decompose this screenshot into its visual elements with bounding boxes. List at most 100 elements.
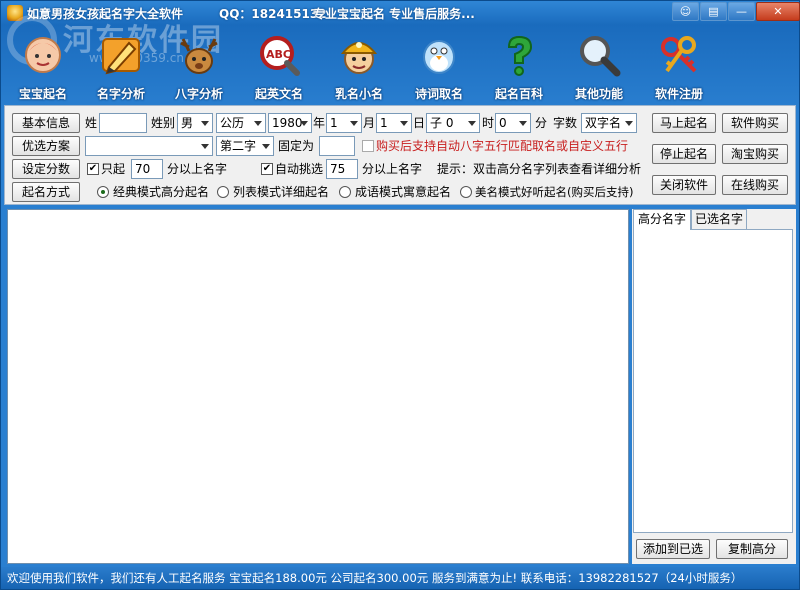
calendar-select[interactable]: 公历 — [216, 113, 266, 133]
day-select[interactable]: 1 — [376, 113, 412, 133]
char-count-select[interactable]: 双字名 — [581, 113, 637, 133]
toolbar-label: 宝宝起名 — [18, 87, 67, 101]
char-position-value: 第二字 — [220, 139, 257, 153]
status-bar: 欢迎使用我们软件，我们还有人工起名服务 宝宝起名188.00元 公司起名300.… — [1, 567, 799, 589]
day-label: 日 — [413, 116, 426, 130]
check-icon: ✔ — [88, 163, 98, 174]
magnifier-icon — [580, 36, 621, 77]
toolbar-register[interactable]: 软件注册 — [639, 31, 719, 101]
toolbar-naming-wiki[interactable]: 起名百科 — [479, 31, 559, 101]
menu-button[interactable]: ▤ — [700, 2, 727, 21]
baby-icon — [25, 37, 61, 73]
toolbar-bazi-analysis[interactable]: 八字分析 — [159, 31, 239, 101]
only-start-label: 只起 — [101, 162, 126, 176]
toolbar-label: 诗词取名 — [414, 87, 463, 101]
qq-number: QQ：182415132 — [219, 7, 327, 21]
svg-text:ABC: ABC — [266, 48, 291, 61]
hour-select[interactable]: 子 0 — [426, 113, 480, 133]
chevron-down-icon — [519, 121, 527, 126]
copy-high-score-button[interactable]: 复制高分 — [716, 539, 788, 559]
year-label: 年 — [313, 116, 326, 130]
auto-pick-checkbox[interactable]: ✔ — [261, 163, 273, 175]
toolbar-poetry-naming[interactable]: 诗词取名 — [399, 31, 479, 101]
high-score-list[interactable] — [633, 229, 793, 533]
stop-naming-button[interactable]: 停止起名 — [652, 144, 716, 164]
mode-classic-label: 经典模式高分起名 — [113, 185, 210, 199]
toolbar-label: 其他功能 — [574, 87, 623, 101]
naming-options-panel: 基本信息 姓 姓别 男 公历 1980 年 1 月 1 日 子 0 时 0 分 … — [4, 105, 796, 205]
toolbar-label: 名字分析 — [96, 87, 145, 101]
taobao-buy-button[interactable]: 淘宝购买 — [722, 144, 788, 164]
min-score-suffix: 分以上名字 — [167, 162, 228, 176]
set-score-button[interactable]: 设定分数 — [12, 159, 80, 179]
minute-label: 分 — [535, 116, 548, 130]
close-software-button[interactable]: 关闭软件 — [652, 175, 716, 195]
pencil-icon — [102, 38, 140, 75]
mode-list-radio[interactable] — [217, 186, 229, 198]
toolbar-other-functions[interactable]: 其他功能 — [559, 31, 639, 101]
mode-pretty-label: 美名模式好听起名(购买后支持) — [475, 185, 634, 199]
chevron-down-icon — [201, 144, 209, 149]
toolbar-label: 软件注册 — [654, 87, 703, 101]
mode-list-label: 列表模式详细起名 — [233, 185, 330, 199]
tab-high-score-names[interactable]: 高分名字 — [633, 209, 691, 230]
app-window: 如意男孩女孩起名字大全软件 QQ：182415132 专业宝宝起名 专业售后服务… — [0, 0, 800, 590]
auto-pick-score-input[interactable]: 75 — [326, 159, 358, 179]
mode-pretty-radio[interactable] — [460, 186, 472, 198]
gender-label: 姓别 — [151, 116, 176, 130]
basic-info-button[interactable]: 基本信息 — [12, 113, 80, 133]
calendar-value: 公历 — [220, 116, 245, 130]
auto-pick-suffix: 分以上名字 — [362, 162, 423, 176]
toolbar-label: 乳名小名 — [334, 87, 383, 101]
toolbar-baby-naming[interactable]: 宝宝起名 — [3, 31, 83, 101]
chevron-down-icon — [201, 121, 209, 126]
only-start-checkbox[interactable]: ✔ — [87, 163, 99, 175]
toolbar-label: 八字分析 — [174, 87, 223, 101]
hint-text: 提示：双击高分名字列表查看详细分析 — [437, 162, 642, 176]
question-icon — [507, 35, 533, 76]
minute-select[interactable]: 0 — [495, 113, 531, 133]
day-value: 1 — [380, 116, 388, 130]
naming-mode-button[interactable]: 起名方式 — [12, 182, 80, 202]
keys-icon — [661, 36, 697, 73]
char-count-value: 双字名 — [585, 116, 622, 130]
online-buy-button[interactable]: 在线购买 — [722, 175, 788, 195]
month-select[interactable]: 1 — [326, 113, 362, 133]
toolbar-label: 起英文名 — [254, 87, 303, 101]
mode-idiom-radio[interactable] — [339, 186, 351, 198]
bazi-match-checkbox[interactable] — [362, 140, 374, 152]
add-to-selected-button[interactable]: 添加到已选 — [636, 539, 710, 559]
mode-classic-radio[interactable] — [97, 186, 109, 198]
chevron-down-icon — [300, 121, 308, 126]
main-toolbar: 宝宝起名 名字分析 八字分析 ABC 起英文名 乳名小名 诗词取名 起名百科 其… — [1, 25, 799, 103]
title-slogan: 专业宝宝起名 专业售后服务... — [313, 7, 475, 21]
fixed-char-input[interactable] — [319, 136, 355, 156]
close-button[interactable]: ✕ — [756, 2, 800, 21]
gender-select[interactable]: 男 — [177, 113, 213, 133]
surname-input[interactable] — [99, 113, 147, 133]
toolbar-english-name[interactable]: ABC 起英文名 — [239, 31, 319, 101]
preferred-plan-button[interactable]: 优选方案 — [12, 136, 80, 156]
gender-value: 男 — [181, 116, 194, 130]
chevron-down-icon — [254, 121, 262, 126]
skin-button[interactable]: ☺ — [672, 2, 699, 21]
minute-value: 0 — [499, 116, 507, 130]
preferred-plan-select[interactable] — [85, 136, 213, 156]
buy-software-button[interactable]: 软件购买 — [722, 113, 788, 133]
toolbar-name-analysis[interactable]: 名字分析 — [81, 31, 161, 101]
toolbar-nickname[interactable]: 乳名小名 — [319, 31, 399, 101]
miner-icon — [340, 42, 378, 74]
results-area[interactable] — [7, 209, 629, 564]
start-naming-button[interactable]: 马上起名 — [652, 113, 716, 133]
tab-selected-names[interactable]: 已选名字 — [691, 209, 747, 229]
auto-pick-label: 自动挑选 — [275, 162, 324, 176]
char-position-select[interactable]: 第二字 — [216, 136, 274, 156]
chevron-down-icon — [625, 121, 633, 126]
chevron-down-icon — [262, 144, 270, 149]
surname-label: 姓 — [85, 116, 98, 130]
minimize-button[interactable]: — — [728, 2, 755, 21]
min-score-input[interactable]: 70 — [131, 159, 163, 179]
year-select[interactable]: 1980 — [268, 113, 312, 133]
names-side-panel: 高分名字 已选名字 添加到已选 复制高分 — [632, 209, 796, 564]
hour-value: 子 0 — [430, 116, 454, 130]
